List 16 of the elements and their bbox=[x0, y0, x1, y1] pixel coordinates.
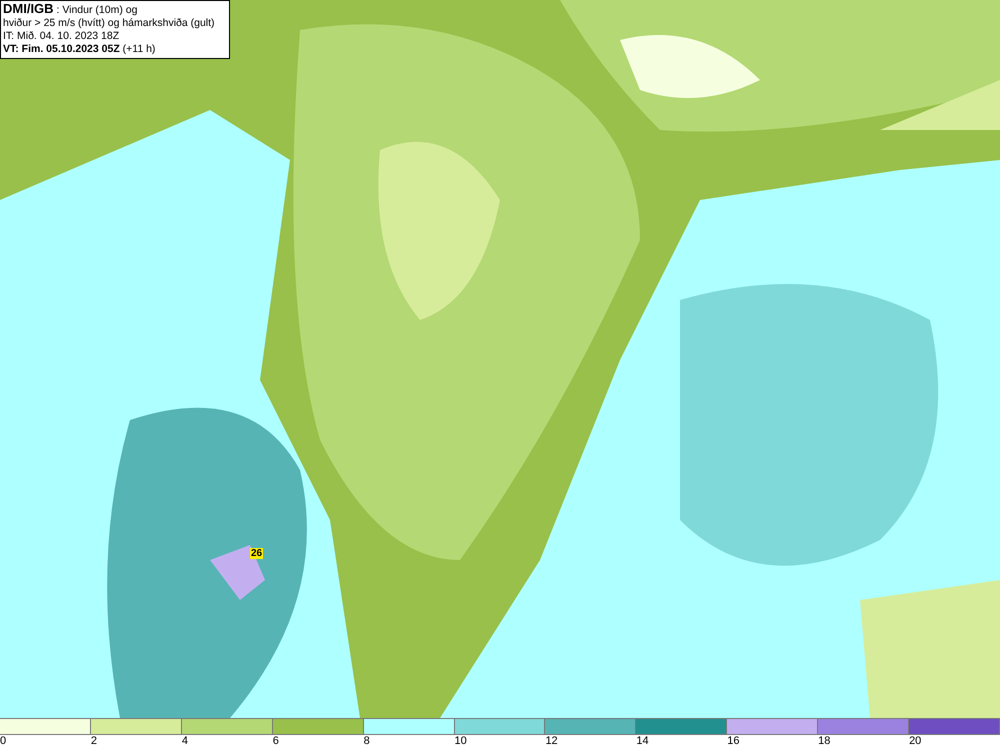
legend-tick-label: 12 bbox=[545, 735, 558, 747]
legend-tick-label: 10 bbox=[454, 735, 467, 747]
legend-tick-label: 0 bbox=[0, 735, 6, 747]
legend-tick-label: 14 bbox=[636, 735, 649, 747]
legend-tick-label: 16 bbox=[727, 735, 740, 747]
legend-tick-label: 8 bbox=[364, 735, 370, 747]
legend-tick-label: 4 bbox=[182, 735, 188, 747]
header-text: DMI/IGB : Vindur (10m) og bbox=[3, 2, 138, 17]
legend-tick-label: 18 bbox=[818, 735, 830, 747]
header-text: VT: Fim. 05.10.2023 05Z (+11 h) bbox=[3, 43, 156, 56]
max-gust-label: 26 bbox=[250, 548, 264, 559]
header-text: hviður > 25 m/s (hvítt) og hámarkshviða (gult) bbox=[3, 17, 216, 30]
header-text: IT: Mið. 04. 10. 2023 18Z bbox=[3, 30, 120, 43]
legend-tick-label: 2 bbox=[90, 735, 98, 747]
legend-tick-label: 20 bbox=[909, 735, 922, 747]
legend-tick-label: 6 bbox=[272, 735, 279, 747]
